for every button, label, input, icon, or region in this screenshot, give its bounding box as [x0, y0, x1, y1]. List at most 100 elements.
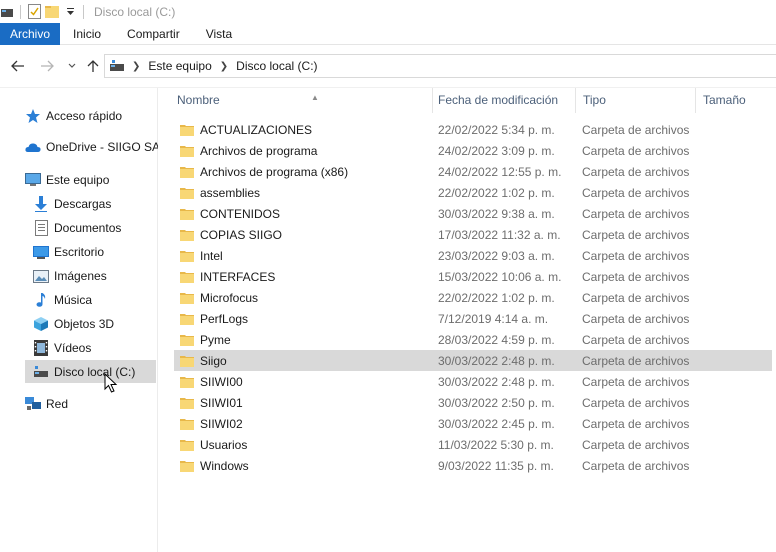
tab-archivo[interactable]: Archivo	[0, 23, 61, 45]
tab-compartir[interactable]: Compartir	[114, 23, 193, 45]
file-date: 30/03/2022 9:38 a. m.	[438, 206, 555, 221]
folder-icon	[180, 418, 194, 430]
sidebar-item-escritorio[interactable]: Escritorio	[32, 241, 104, 263]
sidebar-item-imagenes[interactable]: Imágenes	[32, 265, 107, 287]
table-row[interactable]: SIIWI00 30/03/2022 2:48 p. m. Carpeta de a…	[174, 371, 772, 392]
breadcrumb-este-equipo[interactable]: Este equipo	[148, 59, 211, 73]
sidebar-item-label: Este equipo	[46, 173, 110, 187]
file-type: Carpeta de archivos	[582, 353, 690, 368]
forward-button[interactable]	[37, 56, 57, 76]
file-name: assemblies	[200, 185, 261, 200]
folder-icon	[180, 124, 194, 136]
tab-inicio[interactable]: Inicio	[60, 23, 114, 45]
breadcrumb-disco-local[interactable]: Disco local (C:)	[236, 59, 317, 73]
sidebar-item-red[interactable]: Red	[24, 393, 68, 415]
sidebar-item-onedrive[interactable]: OneDrive - SIIGO SAS	[24, 136, 158, 158]
properties-icon[interactable]	[27, 0, 41, 23]
sidebar-item-musica[interactable]: Música	[32, 289, 92, 311]
column-header-tamano[interactable]: Tamaño	[699, 88, 775, 113]
file-name: Intel	[200, 248, 223, 263]
column-header-tipo[interactable]: Tipo	[579, 88, 695, 113]
column-divider[interactable]	[575, 88, 576, 113]
title-bar: Disco local (C:)	[0, 0, 776, 23]
column-divider[interactable]	[432, 88, 433, 113]
folder-icon	[180, 208, 194, 220]
cube-icon	[32, 315, 50, 333]
sidebar-item-disco-local[interactable]: Disco local (C:)	[25, 360, 156, 383]
sidebar-item-label: Acceso rápido	[46, 109, 123, 123]
document-icon	[32, 219, 50, 237]
recent-locations-button[interactable]	[62, 56, 82, 76]
folder-icon	[180, 229, 194, 241]
back-button[interactable]	[8, 56, 28, 76]
navigation-pane: Acceso rápido OneDrive - SIIGO SAS Este …	[0, 88, 158, 552]
column-header-nombre[interactable]: ▲ Nombre	[173, 88, 431, 113]
sidebar-item-label: OneDrive - SIIGO SAS	[46, 140, 158, 154]
drive-icon	[110, 60, 124, 71]
table-row[interactable]: Microfocus 22/02/2022 1:02 p. m. Carpeta d…	[174, 287, 772, 308]
file-type: Carpeta de archivos	[582, 374, 690, 389]
table-row[interactable]: CONTENIDOS 30/03/2022 9:38 a. m. Carpeta d…	[174, 203, 772, 224]
column-divider[interactable]	[695, 88, 696, 113]
sidebar-item-este-equipo[interactable]: Este equipo	[24, 169, 109, 191]
navigation-bar: ❯ Este equipo ❯ Disco local (C:)	[0, 45, 776, 88]
file-list: ▲ Nombre Fecha de modificación Tipo Tama…	[159, 88, 776, 552]
table-row[interactable]: Archivos de programa (x86) 24/02/2022 12:…	[174, 161, 772, 182]
table-row[interactable]: PerfLogs 7/12/2019 4:14 a. m. Carpeta de a…	[174, 308, 772, 329]
table-row[interactable]: SIIWI02 30/03/2022 2:45 p. m. Carpeta de a…	[174, 413, 772, 434]
folder-icon	[180, 145, 194, 157]
customize-quick-access-icon[interactable]	[63, 0, 77, 23]
file-type: Carpeta de archivos	[582, 227, 690, 242]
app-icon[interactable]	[0, 0, 14, 23]
file-type: Carpeta de archivos	[582, 395, 690, 410]
sidebar-item-documentos[interactable]: Documentos	[32, 217, 121, 239]
sidebar-item-label: Escritorio	[54, 245, 105, 259]
table-row[interactable]: COPIAS SIIGO 17/03/2022 11:32 a. m. Carpet…	[174, 224, 772, 245]
star-icon	[24, 107, 42, 125]
table-row[interactable]: ACTUALIZACIONES 22/02/2022 5:34 p. m. Carp…	[174, 119, 772, 140]
sidebar-item-label: Red	[46, 397, 69, 411]
sort-ascending-icon: ▲	[311, 93, 319, 102]
folder-icon	[180, 187, 194, 199]
folder-icon	[180, 439, 194, 451]
file-type: Carpeta de archivos	[582, 311, 690, 326]
sidebar-item-label: Vídeos	[54, 341, 92, 355]
file-name: SIIWI00	[200, 374, 243, 389]
table-row[interactable]: Archivos de programa 24/02/2022 3:09 p. m…	[174, 140, 772, 161]
sidebar-item-acceso-rapido[interactable]: Acceso rápido	[24, 105, 122, 127]
sidebar-item-objetos-3d[interactable]: Objetos 3D	[32, 313, 114, 335]
table-row[interactable]: Intel 23/03/2022 9:03 a. m. Carpeta de arc…	[174, 245, 772, 266]
column-header-fecha[interactable]: Fecha de modificación	[434, 88, 574, 113]
breadcrumb-separator: ❯	[132, 60, 141, 72]
file-type: Carpeta de archivos	[582, 164, 690, 179]
address-bar[interactable]: ❯ Este equipo ❯ Disco local (C:)	[104, 54, 776, 78]
file-name: Microfocus	[200, 290, 259, 305]
video-icon	[32, 339, 50, 357]
file-name: Windows	[200, 458, 249, 473]
file-date: 30/03/2022 2:45 p. m.	[438, 416, 555, 431]
table-row[interactable]: SIIWI01 30/03/2022 2:50 p. m. Carpeta de a…	[174, 392, 772, 413]
tab-vista[interactable]: Vista	[193, 23, 245, 45]
folder-icon	[180, 355, 194, 367]
window-title: Disco local (C:)	[94, 4, 176, 19]
sidebar-item-label: Documentos	[54, 221, 122, 235]
new-folder-icon[interactable]	[41, 0, 63, 23]
file-date: 30/03/2022 2:48 p. m.	[438, 353, 555, 368]
table-row[interactable]: Usuarios 11/03/2022 5:30 p. m. Carpeta de …	[174, 434, 772, 455]
folder-icon	[180, 166, 194, 178]
table-row[interactable]: Windows 9/03/2022 11:35 p. m. Carpeta de a…	[174, 455, 772, 476]
sidebar-item-descargas[interactable]: Descargas	[32, 193, 111, 215]
sidebar-item-videos[interactable]: Vídeos	[32, 337, 91, 359]
sidebar-item-label: Música	[54, 293, 93, 307]
table-row[interactable]: Siigo 30/03/2022 2:48 p. m. Carpeta de arc…	[174, 350, 772, 371]
file-name: SIIWI02	[200, 416, 243, 431]
up-button[interactable]	[83, 56, 103, 76]
table-row[interactable]: Pyme 28/03/2022 4:59 p. m. Carpeta de arch…	[174, 329, 772, 350]
drive-icon	[32, 363, 50, 381]
table-row[interactable]: INTERFACES 15/03/2022 10:06 a. m. Carpeta …	[174, 266, 772, 287]
table-row[interactable]: assemblies 22/02/2022 1:02 p. m. Carpeta d…	[174, 182, 772, 203]
file-name: Siigo	[200, 353, 227, 368]
file-name: Archivos de programa (x86)	[200, 164, 349, 179]
file-type: Carpeta de archivos	[582, 206, 690, 221]
folder-icon	[180, 271, 194, 283]
